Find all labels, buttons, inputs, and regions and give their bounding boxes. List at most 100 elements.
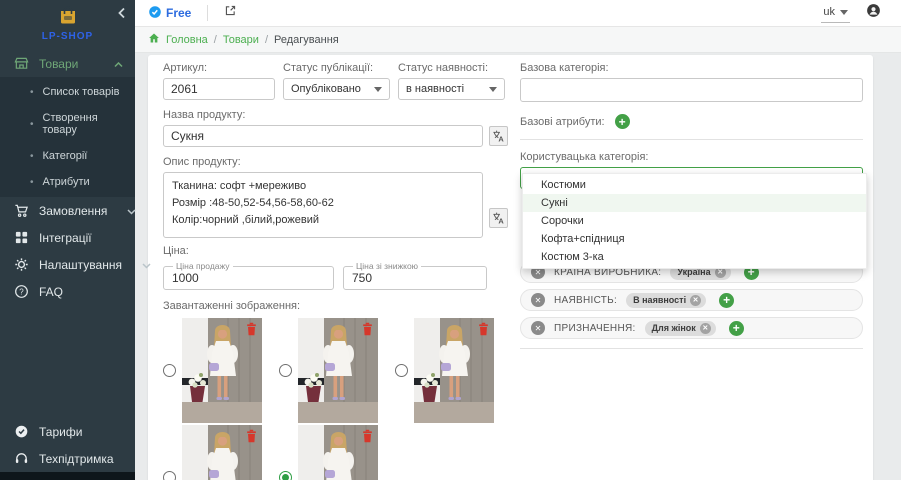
main-image-radio[interactable] [395,364,408,377]
custom-category-label: Користувацька категорія: [520,151,863,163]
publish-status-value: Опубліковано [291,83,361,95]
dropdown-option[interactable]: Кофта+спідниця [523,230,866,248]
badge-check-icon [14,424,29,439]
breadcrumb-home[interactable]: Головна [166,34,208,46]
base-category-label: Базова категорія: [520,62,863,74]
product-photo [182,318,262,423]
stock-status-select[interactable]: в наявності [398,78,505,100]
attribute-chip: Для жінок ✕ [645,321,716,336]
sidebar-item-label: Інтеграції [39,231,92,245]
sidebar-item-integrations[interactable]: Інтеграції [0,224,135,251]
discount-price-value[interactable]: 750 [351,271,479,286]
sidebar-item-label: Тарифи [39,425,82,439]
app-window: LP-SHOP Товари Список товарів [0,0,901,480]
translate-button[interactable]: A [489,126,508,146]
sale-price-value[interactable]: 1000 [171,271,326,286]
home-icon[interactable] [148,32,160,47]
main-image-radio[interactable] [163,471,176,480]
main-area: Free uk [135,0,901,480]
dropdown-option[interactable]: Костюм 3-ка [523,248,866,266]
image-cell [395,318,494,423]
chevron-down-icon [840,10,848,15]
store-icon [14,56,29,71]
sidebar-collapse-icon[interactable] [117,6,127,24]
delete-image-icon[interactable] [246,322,257,341]
add-value-button[interactable]: + [719,293,734,308]
sub-item-label: Атрибути [43,176,90,188]
sku-input[interactable]: 2061 [163,78,275,100]
account-icon[interactable] [866,3,881,23]
delete-image-icon[interactable] [478,322,489,341]
attribute-value: В наявності [633,295,686,305]
description-textarea[interactable]: Тканина: софт +мереживо Розмір :48-50,52… [163,172,483,238]
sidebar-item-settings[interactable]: Налаштування [0,251,135,278]
delete-image-icon[interactable] [362,429,373,448]
sidebar: LP-SHOP Товари Список товарів [0,0,135,480]
cart-icon [14,203,29,218]
dropdown-option[interactable]: Сукні [523,194,866,212]
sidebar-item-create-product[interactable]: Створення товару [0,105,135,143]
sidebar-item-products[interactable]: Товари [0,50,135,77]
main-image-radio[interactable] [163,364,176,377]
image-cell [163,425,262,480]
custom-attributes-list: ✕ КРАЇНА ВИРОБНИКА: Україна ✕ + ✕ НАЯВНІ… [520,261,863,339]
sub-item-label: Категорії [43,150,88,162]
sidebar-item-support[interactable]: Техпідтримка [0,445,135,472]
delete-image-icon[interactable] [362,322,373,341]
add-value-button[interactable]: + [729,321,744,336]
publish-status-select[interactable]: Опубліковано [283,78,390,100]
sale-price-field[interactable]: Ціна продажу 1000 [163,261,334,290]
publish-status-label: Статус публікації: [283,62,390,74]
product-name-input[interactable]: Сукня [163,125,483,147]
sidebar-item-label: Замовлення [39,204,107,218]
logo-text: LP-SHOP [42,31,93,42]
remove-value-icon[interactable]: ✕ [700,323,711,334]
logo[interactable]: LP-SHOP [0,0,135,48]
images-label: Завантаженні зображення: [163,300,508,312]
verified-badge-icon [148,5,162,22]
language-select[interactable]: uk [821,3,850,23]
translate-button[interactable]: A [489,208,508,228]
chevron-up-icon [114,57,123,71]
main-image-radio[interactable] [279,364,292,377]
plan-badge[interactable]: Free [148,5,191,22]
main-image-radio[interactable] [279,471,292,480]
svg-text:A: A [498,217,504,225]
sidebar-item-label: Товари [39,57,78,71]
attribute-name: ПРИЗНАЧЕННЯ: [554,323,636,334]
sidebar-item-faq[interactable]: ? FAQ [0,278,135,305]
open-in-new-icon[interactable] [224,4,237,22]
chevron-down-icon [127,204,136,218]
svg-text:?: ? [19,287,24,296]
chevron-down-icon [489,87,497,92]
dropdown-option[interactable]: Сорочки [523,212,866,230]
sale-price-legend: Ціна продажу [173,261,233,271]
product-photo [298,318,378,423]
breadcrumb-separator: / [265,34,268,46]
breadcrumb-separator: / [214,34,217,46]
sidebar-item-categories[interactable]: Категорії [0,143,135,169]
remove-attribute-icon[interactable]: ✕ [531,321,545,335]
stock-status-value: в наявності [406,83,464,95]
sidebar-bottom-nav: Тарифи Техпідтримка [0,418,135,472]
attribute-row: ✕ ПРИЗНАЧЕННЯ: Для жінок ✕ + [520,317,863,339]
attribute-chip: В наявності ✕ [626,293,706,308]
remove-attribute-icon[interactable]: ✕ [531,293,545,307]
sidebar-item-attributes[interactable]: Атрибути [0,169,135,195]
sidebar-item-orders[interactable]: Замовлення [0,197,135,224]
base-attributes-label: Базові атрибути: [520,116,605,128]
breadcrumb-products[interactable]: Товари [223,34,259,46]
base-category-input[interactable] [520,78,863,102]
image-cell [279,425,378,480]
sub-item-label: Список товарів [43,86,120,98]
add-base-attribute-button[interactable]: + [615,114,630,129]
sidebar-item-product-list[interactable]: Список товарів [0,79,135,105]
remove-value-icon[interactable]: ✕ [690,295,701,306]
sidebar-item-tariffs[interactable]: Тарифи [0,418,135,445]
dropdown-option[interactable]: Костюми [523,176,866,194]
right-column: Базова категорія: Базові атрибути: + Кор… [520,62,863,480]
delete-image-icon[interactable] [246,429,257,448]
breadcrumb: Головна / Товари / Редагування [135,27,901,53]
topbar-divider [207,5,208,21]
discount-price-field[interactable]: Ціна зі знижкою 750 [343,261,487,290]
